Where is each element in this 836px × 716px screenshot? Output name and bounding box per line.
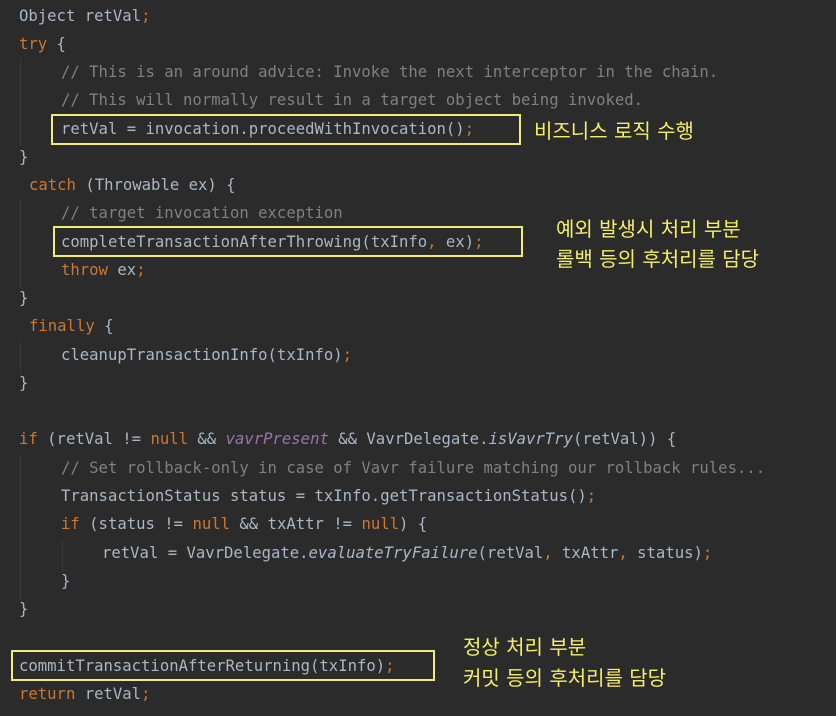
code-text: && [188,430,226,448]
code-line: } [19,600,29,618]
keyword-try: try [19,35,48,53]
indent-guide [20,58,21,146]
code-text: (retVal != [37,430,151,448]
static-method: isVavrTry [488,430,573,448]
annotation-normal-line2: 커밋 등의 후처리를 담당 [463,666,667,690]
static-field: vavrPresent [225,430,329,448]
code-line: try { [19,30,66,58]
indent-guide [20,200,21,288]
code-text: retVal = VavrDelegate. [102,544,309,562]
static-method: evaluateTryFailure [308,544,478,562]
semicolon: ; [141,7,151,25]
comma: , [618,544,628,562]
code-text: && txAttr != [230,515,362,533]
code-text: ex [107,261,137,279]
code-line: TransactionStatus status = txInfo.getTra… [61,482,596,510]
code-text: txAttr [552,544,619,562]
code-line: Object retVal; [19,2,150,30]
keyword-catch: catch [29,176,76,194]
code-text: ) { [399,515,428,533]
annotation-business-logic: 비즈니스 로직 수행 [534,119,694,143]
code-line: } [61,572,71,590]
keyword-null: null [361,515,400,533]
highlight-box-business-logic [51,114,521,145]
code-text: (retVal [477,544,544,562]
semicolon: ; [342,346,353,364]
indent-guide [20,455,21,600]
code-line: return retVal; [19,680,150,708]
annotation-exception-line2: 롤백 등의 후처리를 담당 [556,247,760,271]
annotation-normal-line1: 정상 처리 부분 [463,635,587,659]
keyword-return: return [19,685,76,703]
annotation-exception-line1: 예외 발생시 처리 부분 [556,217,741,241]
code-text: { [94,317,114,335]
code-line: if (retVal != null && vavrPresent && Vav… [19,425,676,453]
code-text: TransactionStatus status = txInfo.getTra… [61,487,587,505]
semicolon: ; [141,685,151,703]
keyword-if: if [19,430,38,448]
code-text: { [47,35,66,53]
highlight-box-normal-handling [11,650,435,681]
keyword-if: if [61,515,80,533]
code-text: (status != [79,515,193,533]
code-editor: Object retVal; try { // This is an aroun… [0,0,836,716]
code-line: } [19,289,29,307]
code-text: && VavrDelegate. [328,430,489,448]
comma: , [543,544,553,562]
code-line: catch (Throwable ex) { [29,171,236,199]
code-line: finally { [29,312,114,340]
code-line: } [19,148,29,166]
code-comment: // This is an around advice: Invoke the … [61,63,719,81]
code-line: throw ex; [61,256,146,284]
code-line: if (status != null && txAttr != null) { [61,510,427,538]
code-text: cleanupTransactionInfo(txInfo) [61,346,343,364]
keyword-finally: finally [29,317,95,335]
code-line: } [19,374,29,392]
semicolon: ; [702,544,713,562]
code-text: (retVal)) { [572,430,677,448]
code-text: status) [627,544,703,562]
code-line: retVal = VavrDelegate.evaluateTryFailure… [102,539,712,567]
code-text: (Throwable ex) { [75,176,236,194]
semicolon: ; [136,261,146,279]
code-comment: // target invocation exception [61,204,343,222]
code-text: Object retVal [19,7,142,25]
keyword-null: null [192,515,231,533]
keyword-throw: throw [61,261,108,279]
code-text: retVal [75,685,142,703]
keyword-null: null [150,430,189,448]
code-line: cleanupTransactionInfo(txInfo); [61,341,352,369]
code-comment: // This will normally result in a target… [61,91,644,109]
highlight-box-exception-handling [53,226,523,257]
code-comment: // Set rollback-only in case of Vavr fai… [61,459,766,477]
semicolon: ; [586,487,597,505]
